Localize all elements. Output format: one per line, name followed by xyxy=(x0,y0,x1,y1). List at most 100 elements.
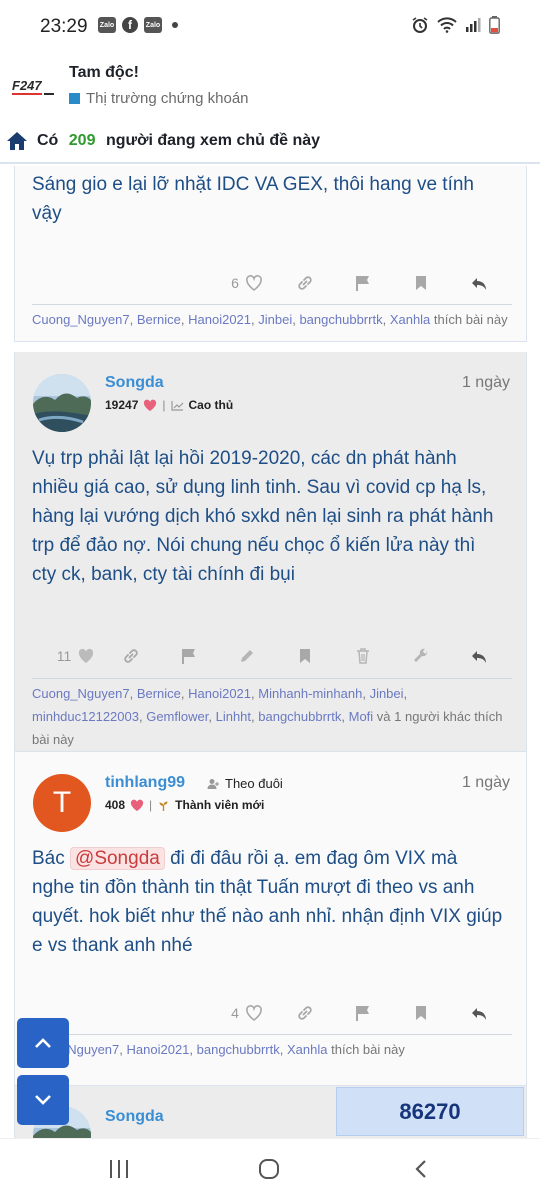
post-likers: Cuong_Nguyen7, Bernice, Hanoi2021, Minha… xyxy=(32,678,512,751)
f247-logo[interactable]: F247 xyxy=(12,76,56,98)
recent-apps-icon[interactable] xyxy=(108,1159,130,1179)
post-author[interactable]: tinhlang99 xyxy=(105,774,185,792)
user-follow-icon xyxy=(207,778,219,789)
user-mention[interactable]: @Songda xyxy=(70,847,165,870)
liker-link[interactable]: Hanoi2021 xyxy=(188,312,251,327)
follow-button[interactable]: Theo đuôi xyxy=(207,776,283,791)
flag-icon xyxy=(182,649,195,664)
copy-link-button[interactable] xyxy=(276,1004,334,1022)
liker-link[interactable]: minhduc12122003 xyxy=(32,709,139,724)
status-bar: 23:29 Zalo f Zalo xyxy=(0,0,540,56)
liker-link[interactable]: Bernice xyxy=(137,686,181,701)
user-rank: Thành viên mới xyxy=(175,798,265,812)
back-icon[interactable] xyxy=(412,1159,430,1179)
copy-link-button[interactable] xyxy=(276,274,334,292)
post: Songda 1 ngày 19247 | Cao thủ Vụ trp phả… xyxy=(14,352,527,752)
zalo-icon: Zalo xyxy=(144,17,162,33)
post-stream: Sáng gio e lại lỡ nhặt IDC VA GEX, thôi … xyxy=(0,166,540,1138)
battery-icon xyxy=(489,16,500,34)
liker-link[interactable]: Jinbei xyxy=(258,312,292,327)
post-body: Vụ trp phải lật lại hồi 2019-2020, các d… xyxy=(32,448,494,585)
system-icons xyxy=(411,16,500,34)
liker-link[interactable]: Xanhla xyxy=(287,1042,327,1057)
meta-separator: | xyxy=(162,398,166,412)
admin-button[interactable] xyxy=(392,647,450,665)
avatar[interactable]: T xyxy=(33,774,91,832)
liker-link[interactable]: Linhht xyxy=(216,709,251,724)
liker-link[interactable]: Hanoi2021 xyxy=(188,686,251,701)
bookmark-button[interactable] xyxy=(392,1004,450,1022)
bookmark-icon xyxy=(300,649,310,663)
home-button-icon[interactable] xyxy=(258,1159,280,1179)
avatar-image xyxy=(33,374,91,432)
liker-link[interactable]: Gemflower xyxy=(146,709,208,724)
liker-link[interactable]: bangchubbrrtk xyxy=(258,709,341,724)
like-count: 4 xyxy=(231,1005,239,1021)
thread-title[interactable]: Tam độc! xyxy=(69,64,139,82)
link-icon xyxy=(298,1006,312,1020)
likers-suffix: thích bài này xyxy=(331,1042,405,1057)
liker-link[interactable]: Hanoi2021 xyxy=(127,1042,190,1057)
edit-button[interactable] xyxy=(218,647,276,665)
bookmark-icon xyxy=(416,1006,426,1020)
heart-icon xyxy=(245,275,262,291)
liker-link[interactable]: Cuong_Nguyen7 xyxy=(32,686,130,701)
bookmark-icon xyxy=(416,276,426,290)
bookmark-button[interactable] xyxy=(276,647,334,665)
likers-more[interactable]: và 1 người khác xyxy=(377,709,471,724)
pencil-icon xyxy=(241,650,253,662)
dot-icon xyxy=(172,22,178,28)
forum-breadcrumb[interactable]: Thị trường chứng khoán xyxy=(69,90,249,107)
like-button[interactable]: 4 xyxy=(218,1004,276,1022)
reply-button[interactable] xyxy=(450,647,508,665)
likes-total: 408 xyxy=(105,798,126,812)
copy-link-button[interactable] xyxy=(102,647,160,665)
heart-icon xyxy=(79,648,94,663)
heart-filled-icon xyxy=(144,399,157,411)
flag-button[interactable] xyxy=(160,647,218,665)
avatar[interactable] xyxy=(33,374,91,432)
post-time[interactable]: 1 ngày xyxy=(462,374,510,392)
like-button[interactable]: 6 xyxy=(218,274,276,292)
liker-link[interactable]: bangchubbrrtk xyxy=(197,1042,280,1057)
likers-suffix: thích bài này xyxy=(433,312,508,327)
reply-button[interactable] xyxy=(450,1004,508,1022)
sprout-icon xyxy=(159,801,168,811)
author-meta: 408 | Thành viên mới xyxy=(105,798,264,812)
home-icon[interactable] xyxy=(6,131,28,151)
post-author[interactable]: Songda xyxy=(105,1108,164,1126)
viewing-bar: Có 209 người đang xem chủ đề này xyxy=(0,120,540,164)
liker-link[interactable]: bangchubbrrtk xyxy=(299,312,382,327)
liker-link[interactable]: Mofi xyxy=(349,709,374,724)
reply-icon xyxy=(472,278,486,290)
liker-link[interactable]: Bernice xyxy=(137,312,181,327)
author-meta: 19247 | Cao thủ xyxy=(105,398,233,412)
liker-link[interactable]: Cuong_Nguyen7 xyxy=(32,312,130,327)
liker-link[interactable]: Jinbei xyxy=(370,686,404,701)
reply-icon xyxy=(472,651,486,663)
like-button[interactable]: 11 xyxy=(50,647,102,665)
post-actions: 11 xyxy=(50,643,508,669)
notification-icons: Zalo f Zalo xyxy=(98,17,178,33)
liker-link[interactable]: Minhanh-minhanh xyxy=(258,686,362,701)
bookmark-button[interactable] xyxy=(392,274,450,292)
screen: 23:29 Zalo f Zalo F247 Tam độc! Thị trườ… xyxy=(0,0,540,1200)
flag-button[interactable] xyxy=(334,274,392,292)
delete-button[interactable] xyxy=(334,647,392,665)
wrench-icon xyxy=(414,648,428,662)
body-prefix: Bác xyxy=(32,848,65,869)
post-counter[interactable]: 86270 xyxy=(336,1087,524,1136)
scroll-up-button[interactable] xyxy=(17,1018,69,1068)
reply-icon xyxy=(472,1008,486,1020)
post: T tinhlang99 Theo đuôi 1 ngày 408 | Thàn… xyxy=(14,752,527,1086)
scroll-down-button[interactable] xyxy=(17,1075,69,1125)
post-author[interactable]: Songda xyxy=(105,374,164,392)
viewing-count: 209 xyxy=(68,132,96,149)
post-time[interactable]: 1 ngày xyxy=(462,774,510,792)
meta-separator: | xyxy=(149,798,153,812)
flag-button[interactable] xyxy=(334,1004,392,1022)
flag-icon xyxy=(356,276,369,291)
liker-link[interactable]: Xanhla xyxy=(390,312,430,327)
reply-button[interactable] xyxy=(450,274,508,292)
post-body: Sáng gio e lại lỡ nhặt IDC VA GEX, thôi … xyxy=(32,174,474,224)
